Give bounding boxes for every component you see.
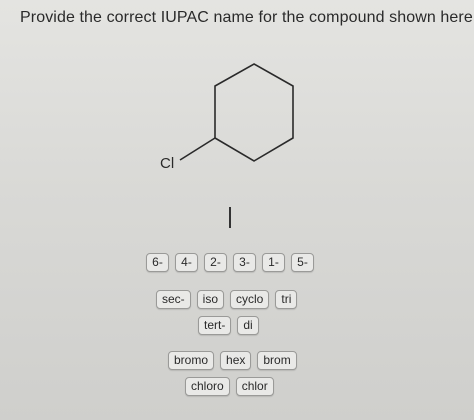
tile-iso[interactable]: iso [196,290,225,309]
tile-chlor[interactable]: chlor [235,377,274,396]
tile-locant-4[interactable]: 4- [175,253,198,272]
root-tiles-row2: chloro chlor [185,377,274,396]
locant-tiles: 6- 4- 2- 3- 1- 5- [146,253,314,272]
tile-hex[interactable]: hex [220,351,252,370]
cyclohexane-ring [214,63,294,162]
question-text: Provide the correct IUPAC name for the c… [20,9,474,26]
prefix-tiles-row1: sec- iso cyclo tri [156,290,298,309]
tile-tri[interactable]: tri [275,290,298,309]
tile-tert[interactable]: tert- [198,316,232,335]
tile-locant-1[interactable]: 1- [262,253,285,272]
tile-cyclo[interactable]: cyclo [230,290,270,309]
c-cl-bond [179,137,216,161]
prefix-tiles-row2: tert- di [198,316,259,335]
chlorine-atom-label: Cl [160,155,175,172]
tile-di[interactable]: di [237,316,259,335]
tile-locant-3[interactable]: 3- [233,253,256,272]
tile-locant-5[interactable]: 5- [291,253,314,272]
tile-locant-2[interactable]: 2- [204,253,227,272]
root-tiles-row1: bromo hex brom [168,351,297,370]
tile-bromo[interactable]: bromo [168,351,215,370]
tile-brom[interactable]: brom [257,351,297,370]
tile-locant-6[interactable]: 6- [146,253,169,272]
tile-chloro[interactable]: chloro [185,377,230,396]
question-screen: Provide the correct IUPAC name for the c… [0,0,474,420]
answer-drop-cursor[interactable] [229,207,231,228]
tile-sec[interactable]: sec- [156,290,191,309]
